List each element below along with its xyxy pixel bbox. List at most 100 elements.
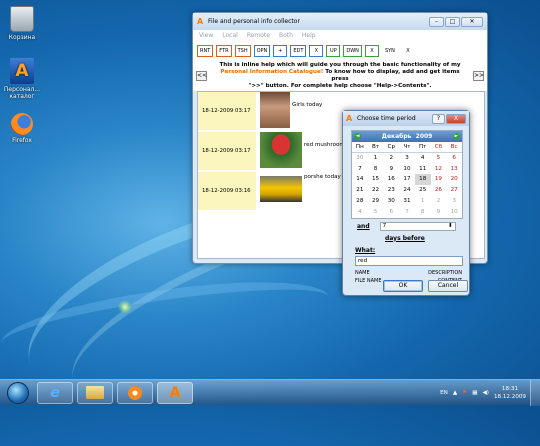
dialog-help-button[interactable]: ? [432, 113, 445, 124]
calendar-day[interactable]: 6 [446, 153, 462, 164]
name-label[interactable]: NAME [355, 269, 370, 277]
calendar-day[interactable]: 2 [431, 196, 447, 207]
title-bar[interactable]: A File and personal info collector – □ ✕ [193, 13, 487, 30]
remote-delete-button[interactable]: X [364, 45, 379, 57]
menu-view[interactable]: View [199, 32, 213, 39]
language-indicator[interactable]: EN [440, 390, 448, 396]
calendar-day[interactable]: 20 [446, 174, 462, 185]
calendar-day[interactable]: 26 [431, 185, 447, 196]
calendar-day[interactable]: 5 [431, 153, 447, 164]
calendar-day[interactable]: 19 [431, 174, 447, 185]
calendar-day[interactable]: 9 [431, 207, 447, 218]
desktop-icon-recycle-bin[interactable]: Корзина [4, 6, 40, 41]
dialog-title-bar[interactable]: A Choose time period ? X [343, 111, 469, 126]
taskbar-media-button[interactable] [117, 381, 153, 404]
calendar-day[interactable]: 11 [415, 164, 431, 175]
desktop-icon-firefox[interactable]: Firefox [4, 113, 40, 144]
ftr-button[interactable]: FTR [216, 45, 232, 57]
calendar-day[interactable]: 21 [352, 185, 368, 196]
calendar-day[interactable]: 7 [352, 164, 368, 175]
network-icon[interactable]: ▦ [472, 390, 477, 396]
minimize-button[interactable]: – [429, 16, 444, 27]
dialog-close-button[interactable]: X [446, 113, 466, 124]
delete-button[interactable]: X [309, 45, 324, 57]
menu-remote[interactable]: Remote [247, 32, 270, 39]
calendar-day[interactable]: 8 [415, 207, 431, 218]
cancel-button[interactable]: Cancel [428, 280, 468, 292]
calendar-day[interactable]: 14 [352, 174, 368, 185]
menu-local[interactable]: Local [222, 32, 238, 39]
calendar-day[interactable]: 30 [383, 196, 399, 207]
file-name-label[interactable]: FILE NAME [355, 277, 382, 285]
calendar-day[interactable]: 2 [383, 153, 399, 164]
upload-button[interactable]: UP [326, 45, 341, 57]
weekday-header: Ср [383, 142, 400, 153]
help-prev-button[interactable]: << [196, 71, 207, 81]
calendar-day[interactable]: 22 [368, 185, 384, 196]
calendar-day[interactable]: 27 [446, 185, 462, 196]
calendar-day[interactable]: 23 [383, 185, 399, 196]
tsh-button[interactable]: TSH [234, 45, 251, 57]
calendar-day[interactable]: 17 [399, 174, 415, 185]
taskbar-ie-button[interactable]: e [37, 381, 73, 404]
calendar-day[interactable]: 10 [399, 164, 415, 175]
menu-help[interactable]: Help [302, 32, 316, 39]
calendar-year[interactable]: 2009 [416, 133, 433, 140]
show-desktop-button[interactable] [530, 379, 540, 406]
calendar-day[interactable]: 1 [368, 153, 384, 164]
calendar-day[interactable]: 3 [399, 153, 415, 164]
days-before-label: days before [385, 234, 425, 242]
calendar-day[interactable]: 4 [415, 153, 431, 164]
sync-button[interactable]: SYN [381, 45, 398, 57]
maximize-button[interactable]: □ [445, 16, 460, 27]
calendar-day[interactable]: 7 [399, 207, 415, 218]
calendar-day[interactable]: 13 [446, 164, 462, 175]
calendar-day[interactable]: 16 [383, 174, 399, 185]
taskbar-app-button[interactable]: A [157, 381, 193, 404]
help-next-button[interactable]: >> [473, 71, 484, 81]
next-month-icon[interactable]: ► [452, 133, 460, 140]
prev-month-icon[interactable]: ◄ [354, 133, 361, 140]
start-button[interactable] [7, 381, 29, 404]
calendar-day[interactable]: 28 [352, 196, 368, 207]
calendar-day[interactable]: 10 [446, 207, 462, 218]
calendar-day[interactable]: 12 [431, 164, 447, 175]
what-input[interactable]: red [355, 255, 463, 266]
flag-icon[interactable]: ⚑ [462, 390, 467, 396]
calendar-day[interactable]: 29 [368, 196, 384, 207]
app-logo-icon: A [197, 16, 204, 26]
calendar-day[interactable]: 18 [414, 174, 431, 186]
add-button[interactable]: + [273, 45, 288, 57]
calendar-day[interactable]: 24 [399, 185, 415, 196]
calendar-day[interactable]: 4 [352, 207, 368, 218]
calendar-day[interactable]: 6 [383, 207, 399, 218]
desktop-icon-catalog[interactable]: A Персонал... каталог [2, 58, 42, 100]
calendar-day[interactable]: 25 [415, 185, 431, 196]
calendar-day[interactable]: 30 [352, 153, 368, 164]
days-spinner[interactable]: 7 ⬍ [379, 221, 456, 231]
calendar-day[interactable]: 9 [383, 164, 399, 175]
open-button[interactable]: OPN [253, 45, 271, 57]
calendar-day[interactable]: 1 [415, 196, 431, 207]
calendar-day[interactable]: 8 [368, 164, 384, 175]
calendar-day[interactable]: 31 [399, 196, 415, 207]
calendar-day[interactable]: 15 [368, 174, 384, 185]
menu-both[interactable]: Both [279, 32, 293, 39]
rnt-button[interactable]: RNT [197, 45, 214, 57]
weekday-header: Пн [352, 142, 368, 153]
what-label: What: [355, 246, 376, 254]
close-button[interactable]: ✕ [461, 16, 483, 27]
volume-icon[interactable]: ◀) [482, 390, 488, 396]
edit-button[interactable]: EDT [290, 45, 307, 57]
calendar-day[interactable]: 5 [368, 207, 384, 218]
download-button[interactable]: DWN [343, 45, 362, 57]
ok-button[interactable]: OK [383, 280, 423, 292]
spinner-arrows-icon[interactable]: ⬍ [448, 223, 453, 229]
calendar-month[interactable]: Декабрь [382, 133, 412, 140]
taskbar-explorer-button[interactable] [77, 381, 113, 404]
sync-delete-button[interactable]: X [400, 45, 415, 57]
show-hidden-icons[interactable]: ▲ [453, 390, 457, 396]
calendar-day[interactable]: 3 [446, 196, 462, 207]
clock[interactable]: 18:31 18.12.2009 [494, 385, 526, 401]
description-label[interactable]: DESCRIPTION [428, 269, 462, 277]
